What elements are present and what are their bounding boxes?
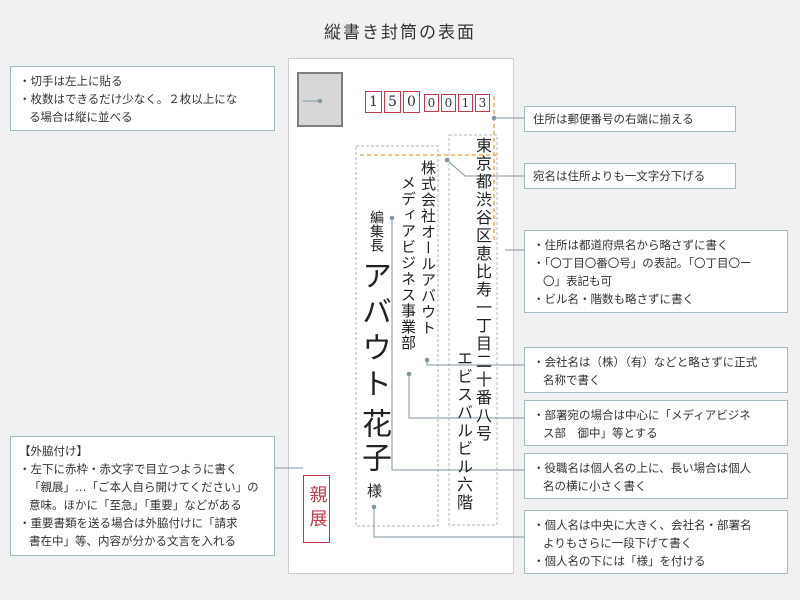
recipient-title: 編集長 xyxy=(368,210,384,252)
callout-line: 「親展」…「ご本人自ら開けてください」の xyxy=(29,480,259,494)
callout-line: 名の横に小さく書く xyxy=(543,479,647,493)
callout-sidenote: 【外脇付け】 ・左下に赤枠・赤文字で目立つように書く 「親展」…「ご本人自ら開け… xyxy=(10,436,275,556)
callout-line: ス部 御中」等とする xyxy=(543,426,658,440)
callout-line: ・役職名は個人名の上に、長い場合は個人 xyxy=(533,461,752,475)
callout-line: ・ビル名・階数も略さずに書く xyxy=(533,292,694,306)
callout-line: よりもさらに一段下げて書く xyxy=(543,536,693,550)
callout-line: ・「〇丁目〇番〇号」の表記。「〇丁目〇ー xyxy=(533,256,752,270)
callout-department: ・部署宛の場合は中心に「メディアビジネ ス部 御中」等とする xyxy=(524,400,788,446)
callout-line: 〇」表記も可 xyxy=(543,274,612,288)
callout-line: ・個人名の下には「様」を付ける xyxy=(533,554,706,568)
callout-line: ・重要書類を送る場合は外脇付けに「請求 xyxy=(19,516,238,530)
callout-line: ・個人名は中央に大きく、会社名・部署名 xyxy=(533,518,752,532)
callout-personal-name: ・個人名は中央に大きく、会社名・部署名 よりもさらに一段下げて書く ・個人名の下… xyxy=(524,510,788,574)
postal-digit: 3 xyxy=(475,94,490,112)
shinten-seal: 親展 xyxy=(303,475,330,543)
callout-line: る場合は縦に並べる xyxy=(29,110,133,124)
callout-line: 書在中」等、内容が分かる文言を入れる xyxy=(29,534,236,548)
callout-line: ・部署宛の場合は中心に「メディアビジネ xyxy=(533,408,751,422)
callout-address-detail: ・住所は都道府県名から略さずに書く ・「〇丁目〇番〇号」の表記。「〇丁目〇ー 〇… xyxy=(524,230,788,313)
postal-digit: 0 xyxy=(424,94,439,112)
postal-digit: 1 xyxy=(458,94,473,112)
postal-digit: 0 xyxy=(441,94,456,112)
postal-digit: 0 xyxy=(403,91,420,113)
callout-line: ・切手は左上に貼る xyxy=(19,74,123,88)
callout-recipient-indent: 宛名は住所よりも一文字分下げる xyxy=(524,163,736,189)
postal-digit: 5 xyxy=(384,91,401,113)
postal-digit: 1 xyxy=(365,91,382,113)
callout-title: ・役職名は個人名の上に、長い場合は個人 名の横に小さく書く xyxy=(524,453,788,499)
callout-stamp: ・切手は左上に貼る ・枚数はできるだけ少なく。２枚以上にな る場合は縦に並べる xyxy=(10,66,275,131)
company-name: 株式会社オールアバウト xyxy=(419,160,437,336)
page-title: 縦書き封筒の表面 xyxy=(324,23,476,43)
department-name: メディアビジネス事業部 xyxy=(399,175,417,351)
callout-line: ・会社名は（株）（有）などと略さずに正式 xyxy=(533,355,758,369)
stamp-placeholder xyxy=(297,72,343,127)
callout-address-align: 住所は郵便番号の右端に揃える xyxy=(524,106,736,132)
callout-line: 住所は郵便番号の右端に揃える xyxy=(533,112,694,126)
address-line-1: 東京都渋谷区恵比寿一丁目二十番八号 xyxy=(473,137,492,443)
callout-company: ・会社名は（株）（有）などと略さずに正式 名称で書く xyxy=(524,347,788,393)
callout-line: ・左下に赤枠・赤文字で目立つように書く xyxy=(19,462,238,476)
honorific: 様 xyxy=(365,483,383,498)
callout-heading: 【外脇付け】 xyxy=(19,444,88,458)
callout-line: 宛名は住所よりも一文字分下げる xyxy=(533,169,706,183)
recipient-family-name: アバウト xyxy=(356,260,391,404)
address-line-2: エビスバルビル六階 xyxy=(454,350,473,512)
callout-line: 意味。ほかに「至急」「重要」などがある xyxy=(29,498,242,512)
recipient-given-name: 花子 xyxy=(356,408,391,476)
callout-line: ・住所は都道府県名から略さずに書く xyxy=(533,238,729,252)
callout-line: ・枚数はできるだけ少なく。２枚以上にな xyxy=(19,92,238,106)
callout-line: 名称で書く xyxy=(543,373,601,387)
